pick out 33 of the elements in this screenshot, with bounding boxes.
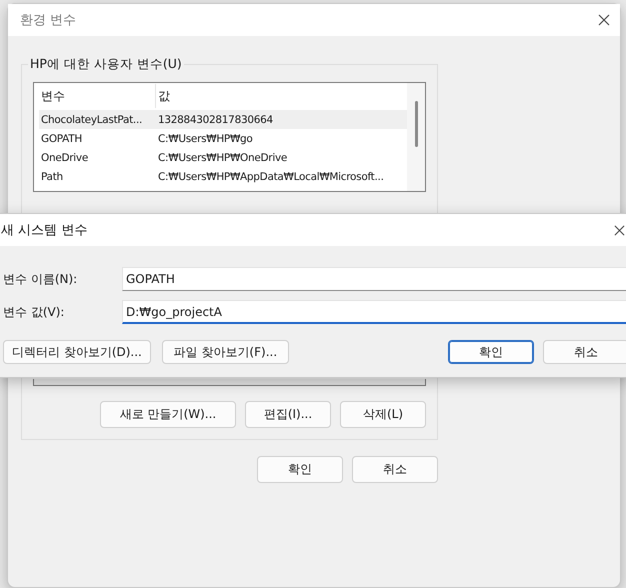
column-header[interactable]: 값: [156, 84, 407, 108]
table-cell-text: C:₩Users₩HP₩OneDrive: [157, 152, 288, 164]
browse-button[interactable]: 파일 찾아보기(F)...: [162, 340, 289, 364]
field-label: 변수 이름(N):: [3, 270, 78, 288]
list-button[interactable]: 새로 만들기(W)...: [100, 401, 236, 428]
list-row[interactable]: OneDrive C:₩Users₩HP₩OneDrive: [39, 148, 407, 167]
table-cell-text: GOPATH: [40, 132, 82, 144]
table-cell-text: Path: [40, 170, 63, 182]
close-icon[interactable]: [614, 224, 625, 236]
column-header[interactable]: 변수: [39, 84, 156, 108]
list-row[interactable]: GOPATH C:₩Users₩HP₩go: [39, 129, 407, 148]
table-cell-text: ChocolateyLastPat...: [40, 114, 142, 126]
dialog-button[interactable]: 취소: [543, 340, 626, 364]
window-title: 환경 변수: [20, 12, 76, 29]
browse-button[interactable]: 디렉터리 찾아보기(D)...: [3, 340, 151, 364]
dialog-button[interactable]: 확인: [257, 456, 343, 483]
table-cell-text: 132884302817830664: [157, 114, 273, 126]
input-field[interactable]: D:₩go_projectA: [122, 300, 626, 324]
close-icon[interactable]: [598, 14, 610, 26]
list-row[interactable]: Path C:₩Users₩HP₩AppData₩Local₩Microsoft...: [39, 167, 407, 186]
list-button[interactable]: 편집(I)...: [245, 401, 331, 428]
list-button[interactable]: 삭제(L): [340, 401, 426, 428]
input-field[interactable]: GOPATH: [122, 267, 626, 291]
group-label: HP에 대한 사용자 변수(U): [28, 56, 184, 73]
table-cell-text: OneDrive: [40, 152, 88, 164]
field-label: 변수 값(V):: [3, 304, 66, 320]
dialog-button[interactable]: 확인: [448, 340, 534, 364]
window-title: 새 시스템 변수: [1, 222, 88, 239]
table-cell-text: C:₩Users₩HP₩go: [157, 132, 253, 144]
list-row[interactable]: ChocolateyLastPat... 132884302817830664: [39, 110, 407, 129]
scrollbar-thumb[interactable]: [414, 101, 418, 147]
dialog-button[interactable]: 취소: [352, 456, 438, 483]
table-cell-text: C:₩Users₩HP₩AppData₩Local₩Microsoft...: [157, 170, 384, 182]
